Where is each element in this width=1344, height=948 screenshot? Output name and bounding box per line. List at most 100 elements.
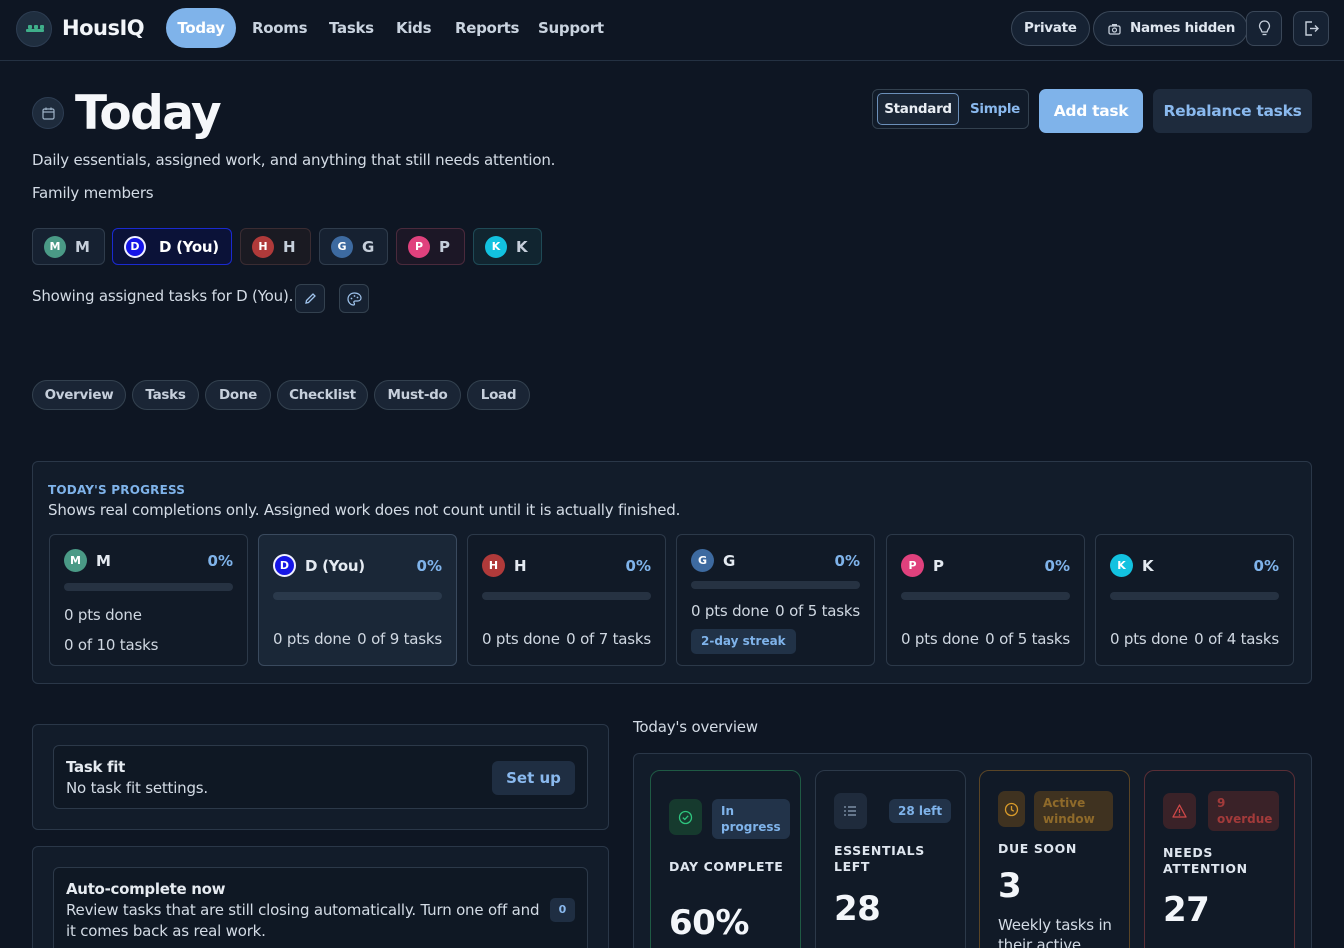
points-text: 0 pts done [691, 602, 769, 620]
progress-percent: 0% [1044, 557, 1070, 575]
streak-badge: 2-day streak [691, 629, 796, 654]
points-text: 0 pts done [273, 630, 351, 648]
member-name: M [75, 238, 90, 256]
logout-icon [1305, 21, 1319, 36]
tab-checklist[interactable]: Checklist [277, 380, 368, 410]
points-text: 0 pts done [1110, 630, 1188, 648]
check-circle-icon [669, 799, 702, 835]
palette-icon [347, 292, 362, 306]
card-description: Weekly tasks in their active window [998, 916, 1112, 948]
tab-load[interactable]: Load [467, 380, 530, 410]
progress-card-h[interactable]: H H 0% 0 pts done 0 of 7 tasks [467, 534, 666, 666]
due-soon-card[interactable]: Active window DUE SOON 3 Weekly tasks in… [979, 770, 1130, 948]
member-chip-h[interactable]: H H [240, 228, 311, 265]
pencil-icon [305, 293, 316, 304]
view-standard-button[interactable]: Standard [877, 93, 959, 125]
task-fit-text: No task fit settings. [66, 779, 208, 797]
member-chip-d[interactable]: D D (You) [112, 228, 232, 265]
lightbulb-icon [1258, 20, 1271, 36]
nav-reports[interactable]: Reports [441, 8, 533, 48]
progress-card-p[interactable]: P P 0% 0 pts done 0 of 5 tasks [886, 534, 1085, 666]
member-name: D (You) [159, 238, 219, 256]
member-name: P [933, 557, 944, 575]
nav-rooms[interactable]: Rooms [238, 8, 321, 48]
tab-overview[interactable]: Overview [32, 380, 126, 410]
member-chip-g[interactable]: G G [319, 228, 388, 265]
member-name: H [283, 238, 296, 256]
member-chip-m[interactable]: M M [32, 228, 105, 265]
palette-button[interactable] [339, 284, 369, 313]
list-icon [834, 793, 867, 829]
member-chip-p[interactable]: P P [396, 228, 465, 265]
logo-icon[interactable] [16, 11, 52, 47]
brand-name[interactable]: HousIQ [62, 16, 145, 40]
progress-bar [64, 583, 233, 591]
avatar: K [1110, 554, 1133, 577]
avatar: K [485, 236, 507, 258]
progress-bar [482, 592, 651, 600]
avatar: P [408, 236, 430, 258]
logout-button[interactable] [1293, 11, 1329, 46]
progress-card-g[interactable]: G G 0% 0 pts done 0 of 5 tasks 2-day str… [676, 534, 875, 666]
member-chip-k[interactable]: K K [473, 228, 542, 265]
member-name: K [1142, 557, 1154, 575]
nav-tasks[interactable]: Tasks [315, 8, 388, 48]
tasks-text: 0 of 7 tasks [566, 630, 651, 648]
member-name: H [514, 557, 527, 575]
tab-tasks[interactable]: Tasks [132, 380, 199, 410]
avatar: M [64, 549, 87, 572]
add-task-button[interactable]: Add task [1039, 89, 1143, 133]
progress-percent: 0% [834, 552, 860, 570]
overview-label: Today's overview [633, 718, 758, 736]
tab-must-do[interactable]: Must-do [374, 380, 461, 410]
progress-card-d[interactable]: D D (You) 0% 0 pts done 0 of 9 tasks [258, 534, 457, 666]
nav-support[interactable]: Support [524, 8, 618, 48]
names-hidden-button[interactable]: Names hidden [1093, 11, 1249, 46]
avatar: D [273, 554, 296, 577]
tasks-text: 0 of 5 tasks [985, 630, 1070, 648]
nav-today[interactable]: Today [166, 8, 236, 48]
card-label: DAY COMPLETE [669, 859, 784, 874]
progress-percent: 0% [207, 552, 233, 570]
card-label: DUE SOON [998, 841, 1077, 856]
task-fit-card: Task fit No task fit settings. Set up [53, 745, 588, 809]
day-complete-card[interactable]: In progress DAY COMPLETE 60% [650, 770, 801, 948]
nav-kids[interactable]: Kids [382, 8, 445, 48]
progress-bar [901, 592, 1070, 600]
progress-bar [691, 581, 860, 589]
avatar: H [482, 554, 505, 577]
set-up-button[interactable]: Set up [492, 761, 575, 795]
progress-bar [273, 592, 442, 600]
edit-button[interactable] [295, 284, 325, 313]
avatar: M [44, 236, 66, 258]
task-fit-title: Task fit [66, 758, 125, 776]
page-title: Today [75, 86, 222, 141]
essentials-left-card[interactable]: 28 left ESSENTIALS LEFT 28 [815, 770, 966, 948]
needs-attention-card[interactable]: 9 overdue NEEDS ATTENTION 27 [1144, 770, 1295, 948]
private-button[interactable]: Private [1011, 11, 1090, 46]
progress-bar [1110, 592, 1279, 600]
auto-complete-count[interactable]: 0 [550, 898, 575, 922]
view-toggle: Standard Simple [872, 89, 1029, 129]
progress-card-k[interactable]: K K 0% 0 pts done 0 of 4 tasks [1095, 534, 1294, 666]
tip-button[interactable] [1246, 11, 1282, 46]
status-badge: Active window [1034, 791, 1113, 831]
showing-text: Showing assigned tasks for D (You). [32, 287, 294, 305]
status-badge: In progress [712, 799, 790, 839]
progress-card-m[interactable]: M M 0% 0 pts done 0 of 10 tasks [49, 534, 248, 666]
progress-subtitle: Shows real completions only. Assigned wo… [48, 501, 681, 519]
status-badge: 28 left [889, 799, 952, 823]
card-label: NEEDS ATTENTION [1163, 845, 1248, 876]
member-name: P [439, 238, 450, 256]
auto-complete-title: Auto-complete now [66, 880, 226, 898]
tab-done[interactable]: Done [205, 380, 271, 410]
names-hidden-label: Names hidden [1130, 20, 1236, 36]
points-text: 0 pts done [901, 630, 979, 648]
view-simple-button[interactable]: Simple [965, 93, 1025, 125]
camera-icon [1108, 24, 1121, 35]
card-value: 60% [669, 903, 749, 943]
card-value: 28 [834, 889, 881, 929]
clock-icon [998, 791, 1025, 827]
progress-percent: 0% [625, 557, 651, 575]
rebalance-tasks-button[interactable]: Rebalance tasks [1153, 89, 1312, 133]
